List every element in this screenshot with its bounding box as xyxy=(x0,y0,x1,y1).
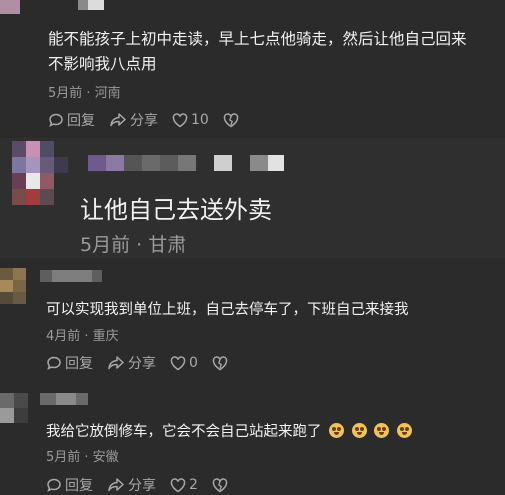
share-arrow-icon xyxy=(108,356,124,370)
avatar-3[interactable] xyxy=(0,268,26,304)
heart-icon xyxy=(172,112,188,127)
share-button[interactable]: 分享 xyxy=(109,110,158,130)
reply-button[interactable]: 回复 xyxy=(46,475,93,495)
share-button[interactable]: 分享 xyxy=(107,475,156,495)
dislike-button[interactable] xyxy=(223,112,239,128)
share-label: 分享 xyxy=(130,113,158,129)
avatar-2[interactable] xyxy=(12,141,68,205)
comment-1-actions: 回复 分享 10 xyxy=(48,110,253,130)
dislike-button[interactable] xyxy=(212,477,228,493)
username-1-blurred[interactable] xyxy=(78,0,104,10)
heart-icon xyxy=(170,355,186,370)
heart-icon xyxy=(170,477,186,492)
broken-heart-icon xyxy=(223,112,239,127)
reply-bubble-icon xyxy=(49,113,63,127)
like-count: 2 xyxy=(189,477,198,493)
username-3-blurred[interactable] xyxy=(40,270,102,282)
reply-bubble-icon xyxy=(47,478,61,492)
like-button[interactable]: 2 xyxy=(170,477,198,493)
comment-4-actions: 回复 分享 2 xyxy=(46,475,242,495)
comment-3-text: 可以实现我到单位上班，自己去停车了，下班自己来接我 xyxy=(46,302,409,318)
share-label: 分享 xyxy=(128,356,156,372)
comment-4-text: 我给它放倒修车，它会不会自己站起来跑了 xyxy=(46,424,322,440)
like-button[interactable]: 0 xyxy=(170,355,198,371)
username-2-blurred[interactable] xyxy=(88,155,284,171)
like-button[interactable]: 10 xyxy=(172,112,209,128)
comment-3-meta: 4月前 · 重庆 xyxy=(46,329,119,344)
comment-3-actions: 回复 分享 0 xyxy=(46,353,242,373)
comment-4-text-row: 我给它放倒修车，它会不会自己站起来跑了 xyxy=(46,420,412,441)
broken-heart-icon xyxy=(212,355,228,370)
like-count: 0 xyxy=(189,355,198,371)
reply-label: 回复 xyxy=(65,478,93,494)
grimacing-emoji-icon xyxy=(351,423,367,438)
reply-label: 回复 xyxy=(65,356,93,372)
comment-2-text: 让他自己去送外卖 xyxy=(80,196,272,224)
reply-label: 回复 xyxy=(67,113,95,129)
grimacing-emoji-icon xyxy=(396,423,412,438)
username-4-blurred[interactable] xyxy=(40,393,88,405)
share-button[interactable]: 分享 xyxy=(107,353,156,373)
share-arrow-icon xyxy=(110,113,126,127)
share-label: 分享 xyxy=(128,478,156,494)
grimacing-emoji-icon xyxy=(374,423,390,438)
reply-bubble-icon xyxy=(47,356,61,370)
avatar-1[interactable] xyxy=(0,0,20,14)
comment-1-text-line2: 不影响我八点用 xyxy=(48,55,157,73)
dislike-button[interactable] xyxy=(212,355,228,371)
grimacing-emoji-icon xyxy=(329,423,345,438)
like-count: 10 xyxy=(191,112,209,128)
avatar-4[interactable] xyxy=(0,393,28,423)
reply-button[interactable]: 回复 xyxy=(46,353,93,373)
comment-2-meta: 5月前 · 甘肃 xyxy=(80,234,187,256)
reply-button[interactable]: 回复 xyxy=(48,110,95,130)
comment-4-meta: 5月前 · 安徽 xyxy=(46,450,119,465)
comment-1-text-line1: 能不能孩子上初中走读，早上七点他骑走，然后让他自己回来 xyxy=(48,30,467,48)
broken-heart-icon xyxy=(212,477,228,492)
share-arrow-icon xyxy=(108,478,124,492)
comment-1-meta: 5月前 · 河南 xyxy=(48,86,121,101)
